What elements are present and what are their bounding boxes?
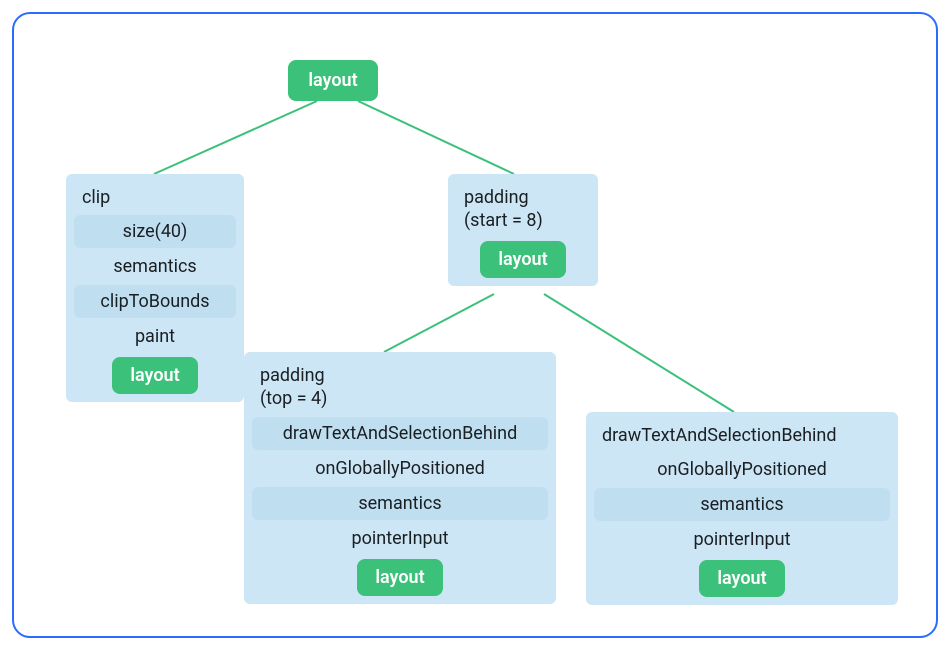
padding-top-label: padding (top = 4) xyxy=(250,358,550,415)
ongloballypositioned-label: onGloballyPositioned xyxy=(252,452,548,485)
semantics-label: semantics xyxy=(252,487,548,520)
pointerinput-label: pointerInput xyxy=(252,522,548,555)
drawtext-label: drawTextAndSelectionBehind xyxy=(252,417,548,450)
padding-start-stack: padding (start = 8) layout xyxy=(448,174,598,286)
diagram-frame: layout clip size(40) semantics clipToBou… xyxy=(12,12,938,638)
layout-node: layout xyxy=(699,560,784,597)
semantics-label: semantics xyxy=(594,488,890,521)
drawtext-label: drawTextAndSelectionBehind xyxy=(592,418,892,451)
size-label: size(40) xyxy=(74,215,236,248)
ongloballypositioned-label: onGloballyPositioned xyxy=(594,453,890,486)
padding-arg: (start = 8) xyxy=(464,210,543,231)
clip-modifier-stack: clip size(40) semantics clipToBounds pai… xyxy=(66,174,244,402)
root-layout-node: layout xyxy=(288,60,378,101)
padding-word: padding xyxy=(464,187,529,208)
semantics-label: semantics xyxy=(74,250,236,283)
layout-node: layout xyxy=(480,241,565,278)
clip-label: clip xyxy=(72,180,238,213)
padding-arg: (top = 4) xyxy=(260,388,327,409)
cliptobounds-label: clipToBounds xyxy=(74,285,236,318)
padding-start-label: padding (start = 8) xyxy=(454,180,592,237)
padding-top-text-stack: padding (top = 4) drawTextAndSelectionBe… xyxy=(244,352,556,604)
layout-node: layout xyxy=(357,559,442,596)
text-stack: drawTextAndSelectionBehind onGloballyPos… xyxy=(586,412,898,605)
padding-word: padding xyxy=(260,365,325,386)
pointerinput-label: pointerInput xyxy=(594,523,890,556)
paint-label: paint xyxy=(74,320,236,353)
layout-node: layout xyxy=(112,357,197,394)
